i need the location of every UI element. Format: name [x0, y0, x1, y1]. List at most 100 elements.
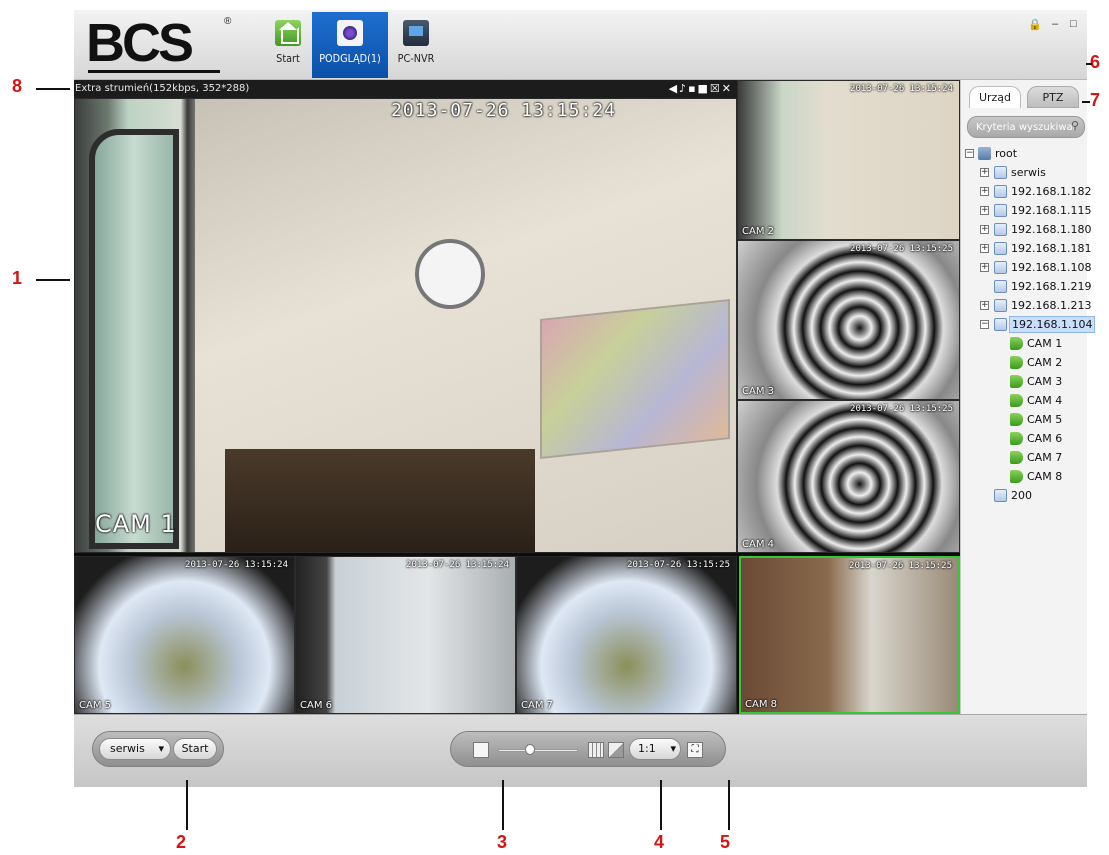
collapse-icon[interactable]: −: [965, 149, 974, 158]
tree-node-device[interactable]: 192.168.1.219: [965, 277, 1091, 296]
tree-node-device[interactable]: + serwis: [965, 163, 1085, 182]
logo-text: BCS: [86, 13, 194, 73]
tree-node-device[interactable]: + 192.168.1.115: [965, 201, 1091, 220]
camera-label: CAM 2: [742, 226, 774, 237]
profile-select[interactable]: serwis ▾: [99, 738, 171, 760]
camera-view-4[interactable]: 2013-07-26 13:15:25 CAM 4: [737, 400, 960, 553]
home-icon: [275, 20, 301, 46]
camera-channel-icon: [1010, 413, 1023, 426]
annotation-leader-1: [36, 279, 70, 281]
camera-label: CAM 3: [742, 386, 774, 397]
tree-node-label: 192.168.1.180: [1011, 223, 1092, 236]
network-device-icon: [994, 318, 1007, 331]
tree-node-device[interactable]: + 192.168.1.182: [965, 182, 1091, 201]
tree-node-device[interactable]: + 192.168.1.213: [965, 296, 1091, 315]
camera-view-7[interactable]: 2013-07-26 13:15:25 CAM 7: [516, 556, 737, 714]
stream-info-bar: Extra strumień(152kbps, 352*288) ◀♪▪■☒✕: [74, 80, 737, 98]
grid-layout-icon[interactable]: [588, 742, 604, 758]
expand-icon[interactable]: +: [980, 206, 989, 215]
network-device-icon: [994, 166, 1007, 179]
aspect-ratio-select[interactable]: 1:1 ▾: [629, 738, 681, 760]
camera-view-5[interactable]: 2013-07-26 13:15:24 CAM 5: [74, 556, 295, 714]
fullscreen-icon[interactable]: ⛶: [687, 742, 703, 758]
tree-node-device[interactable]: + 192.168.1.180: [965, 220, 1091, 239]
tree-node-label: CAM 6: [1027, 432, 1063, 445]
annotation-leader-3: [502, 780, 504, 830]
camera-view-6[interactable]: 2013-07-26 13:15:24 CAM 6: [295, 556, 516, 714]
expand-icon[interactable]: +: [980, 225, 989, 234]
network-device-icon: [994, 242, 1007, 255]
single-layout-icon[interactable]: [473, 742, 489, 758]
camera-view-8[interactable]: 2013-07-26 13:15:25 CAM 8: [739, 556, 960, 714]
tab-ptz[interactable]: PTZ: [1027, 86, 1079, 108]
tree-node-label: 200: [1011, 489, 1032, 502]
zoom-slider-track[interactable]: [498, 749, 578, 752]
search-icon[interactable]: ⚲: [1071, 119, 1085, 135]
annotation-4: 4: [654, 832, 665, 852]
tree-node-label: CAM 1: [1027, 337, 1063, 350]
annotation-2: 2: [176, 832, 187, 852]
search-input[interactable]: [976, 120, 1074, 135]
expand-icon[interactable]: +: [980, 168, 989, 177]
tree-node-device[interactable]: + 192.168.1.181: [965, 239, 1091, 258]
network-device-icon: [994, 223, 1007, 236]
expand-icon[interactable]: +: [980, 301, 989, 310]
profile-control-group: serwis ▾ Start: [92, 731, 224, 767]
tree-node-camera[interactable]: CAM 6: [965, 429, 1085, 448]
device-panel: Urząd PTZ ⚲ − root + serwis + 192.168.1.…: [960, 80, 1096, 714]
expand-icon[interactable]: +: [980, 244, 989, 253]
tree-node-label: 192.168.1.213: [1011, 299, 1092, 312]
stream-tools-icons[interactable]: ◀♪▪■☒✕: [669, 80, 733, 98]
nav-tab-pc-nvr[interactable]: PC-NVR: [378, 12, 454, 78]
nav-tab-podglad[interactable]: PODGLĄD(1): [312, 12, 388, 78]
start-button[interactable]: Start: [173, 738, 217, 760]
annotation-8: 8: [12, 76, 23, 96]
tree-node-device[interactable]: + 192.168.1.108: [965, 258, 1091, 277]
annotation-leader-6: [1086, 63, 1092, 65]
tree-node-camera[interactable]: CAM 5: [965, 410, 1085, 429]
zoom-slider-handle[interactable]: [525, 744, 535, 755]
tree-node-label: serwis: [1011, 166, 1046, 179]
tree-node-label: 192.168.1.219: [1011, 280, 1092, 293]
lock-icon[interactable]: 🔒: [1028, 18, 1042, 31]
chevron-down-icon: ▾: [670, 742, 676, 755]
camera-timestamp: 2013-07-26 13:15:25: [850, 244, 953, 254]
camera-view-3[interactable]: 2013-07-26 13:15:25 CAM 3: [737, 240, 960, 400]
top-bar: BCS ® Start PODGLĄD(1) PC-NVR 🔒 – □: [74, 10, 1087, 80]
camera-view-2[interactable]: 2013-07-26 13:15:24 CAM 2: [737, 80, 960, 240]
expand-icon[interactable]: +: [980, 187, 989, 196]
tree-node-label: 192.168.1.115: [1011, 204, 1092, 217]
annotation-leader-7: [1082, 101, 1090, 103]
camera-channel-icon: [1010, 470, 1023, 483]
camera-timestamp: 2013-07-26 13:15:24: [391, 100, 616, 121]
tree-node-camera[interactable]: CAM 3: [965, 372, 1085, 391]
tree-node-camera[interactable]: CAM 8: [965, 467, 1085, 486]
nav-tab-label: PC-NVR: [397, 52, 435, 65]
camera-label: CAM 1: [95, 510, 177, 538]
tree-node-root[interactable]: − root: [965, 144, 1085, 163]
camera-icon: [337, 20, 363, 46]
tree-node-device-selected[interactable]: − 192.168.1.104: [965, 315, 1096, 334]
tree-node-camera[interactable]: CAM 2: [965, 353, 1085, 372]
maximize-button[interactable]: □: [1070, 18, 1077, 30]
aspect-ratio-value: 1:1: [638, 742, 656, 755]
tree-node-camera[interactable]: CAM 1: [965, 334, 1085, 353]
expand-icon[interactable]: +: [980, 263, 989, 272]
tree-node-camera[interactable]: CAM 4: [965, 391, 1085, 410]
custom-layout-icon[interactable]: [608, 742, 624, 758]
tree-node-label: 192.168.1.108: [1011, 261, 1092, 274]
tree-node-label: CAM 2: [1027, 356, 1063, 369]
tab-urzad[interactable]: Urząd: [969, 86, 1021, 108]
bottom-toolbar: serwis ▾ Start 1:1 ▾ ⛶: [74, 714, 1087, 787]
tree-node-device[interactable]: 200: [965, 486, 1085, 505]
camera-channel-icon: [1010, 394, 1023, 407]
camera-view-1[interactable]: 2013-07-26 13:15:24 CAM 1: [74, 98, 737, 553]
camera-label: CAM 7: [521, 700, 553, 711]
annotation-5: 5: [720, 832, 731, 852]
scene-clock: [415, 239, 485, 309]
tree-node-camera[interactable]: CAM 7: [965, 448, 1085, 467]
minimize-button[interactable]: –: [1052, 18, 1058, 30]
collapse-icon[interactable]: −: [980, 320, 989, 329]
camera-label: CAM 5: [79, 700, 111, 711]
camera-label: CAM 4: [742, 539, 774, 550]
